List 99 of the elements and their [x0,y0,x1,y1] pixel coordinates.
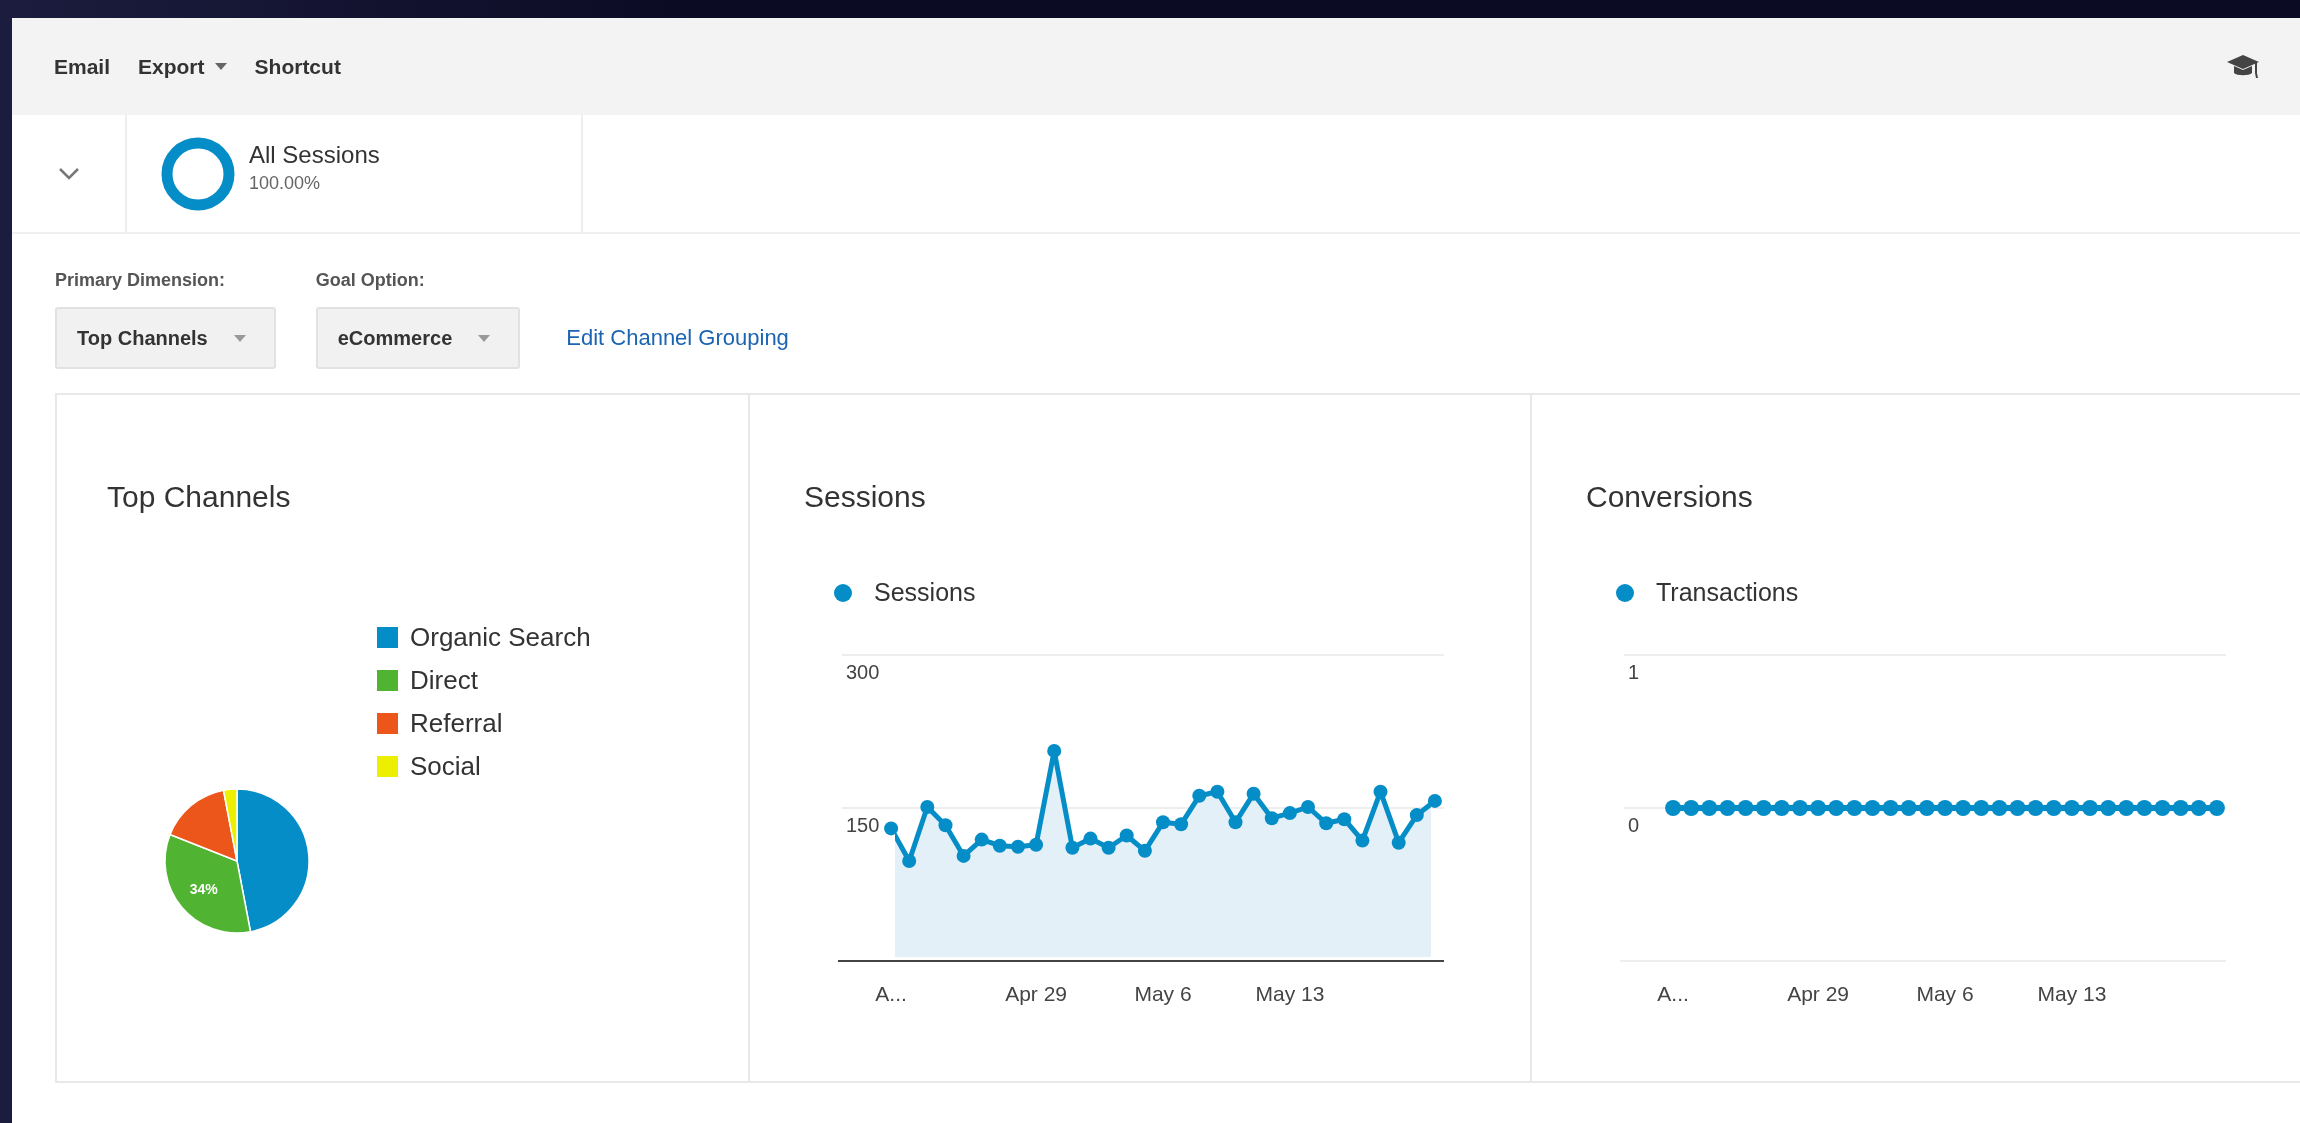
toolbar-button[interactable]: Export [124,46,241,87]
data-point [1011,839,1025,854]
data-point [1427,793,1442,808]
data-point [1264,811,1279,826]
data-point [1101,840,1116,855]
data-point [1828,800,1845,816]
data-point [1047,743,1062,758]
data-point [1301,800,1315,814]
data-point [1737,800,1754,816]
data-point [1900,800,1917,816]
data-point [1846,800,1863,816]
data-point [1755,800,1772,816]
data-point [1156,815,1170,830]
data-point [956,848,971,863]
data-point [1719,800,1736,816]
data-point [992,838,1007,853]
card-title: Top Channels [107,480,292,514]
legend-label: Social [410,751,481,782]
dropdown-button[interactable]: Top Channels [55,307,276,369]
data-point [1337,812,1352,827]
slice-label: 34% [189,880,218,897]
data-point [884,821,899,836]
data-point [1391,835,1406,850]
axis-label: 150 [846,814,880,836]
data-point [1665,800,1682,816]
data-point [938,818,953,833]
segment-card[interactable]: All Sessions 100.00% [127,115,583,232]
legend-label: Organic Search [410,622,591,653]
data-point [1319,816,1334,831]
data-point [1918,800,1935,816]
card-title: Sessions [804,480,927,514]
data-point [2082,800,2098,816]
legend-label: Direct [410,665,478,696]
legend-label: Transactions [1656,578,1799,607]
ring-icon [161,136,235,211]
segment-name: All Sessions [249,141,380,169]
toolbar-button[interactable]: Email [40,46,125,87]
data-point [1065,840,1080,855]
data-point [1029,837,1044,852]
data-point [1991,800,2008,816]
data-point [1955,800,1972,816]
data-point [2190,800,2207,816]
segment-share: 100.00% [249,173,322,194]
data-point [2172,800,2189,816]
data-point [902,854,917,868]
data-point [2045,800,2062,816]
data-point [2100,800,2117,816]
data-point [1355,833,1370,848]
data-point [1882,800,1899,816]
data-point [1083,831,1098,846]
edit-link[interactable]: Edit Channel Grouping [566,307,789,369]
data-point [2154,800,2171,816]
data-point [1773,800,1790,816]
data-point [974,832,989,847]
data-point [1373,784,1388,799]
dropdown-button[interactable]: eCommerce [315,307,521,369]
axis-label: May 6 [1916,982,1974,1005]
axis-label: May 6 [1134,982,1192,1005]
data-point [1683,800,1700,816]
data-point [2027,800,2044,816]
data-point [1864,800,1881,816]
axis-label: 0 [1628,814,1640,836]
data-point [1246,786,1261,801]
data-point [1192,788,1207,803]
data-point [1409,808,1424,823]
card-title: Conversions [1586,480,1754,514]
data-point [920,800,935,814]
legend-label: Sessions [874,578,976,607]
data-point [1119,828,1134,843]
data-point [1792,800,1808,816]
option-label: Primary Dimension: [55,270,227,291]
data-point [1137,843,1152,858]
data-point [1228,815,1243,830]
graduation-cap-icon[interactable] [2226,52,2260,81]
data-point [2063,800,2080,816]
data-point [1937,800,1953,816]
data-point [2009,800,2026,816]
axis-label: May 13 [1255,982,1325,1005]
axis-label: 1 [1628,661,1640,683]
axis-label: Apr 29 [1005,982,1068,1005]
data-point [1210,784,1225,799]
data-point [1973,800,1990,816]
toolbar-button[interactable]: Shortcut [240,46,355,87]
legend-label: Referral [410,708,503,739]
axis-label: Apr 29 [1787,982,1850,1005]
data-point [2118,800,2135,816]
data-point [1701,800,1718,816]
data-point [1810,800,1827,816]
data-point [2136,800,2153,816]
axis-label: A... [875,982,907,1005]
data-point [1174,817,1189,832]
axis-label: 300 [846,661,880,683]
option-label: Goal Option: [315,270,426,291]
axis-label: A... [1657,982,1689,1005]
caret-icon [233,334,246,342]
axis-label: May 13 [2037,982,2107,1005]
caret-icon [478,334,491,342]
data-point [1282,806,1297,821]
data-point [2208,800,2225,816]
